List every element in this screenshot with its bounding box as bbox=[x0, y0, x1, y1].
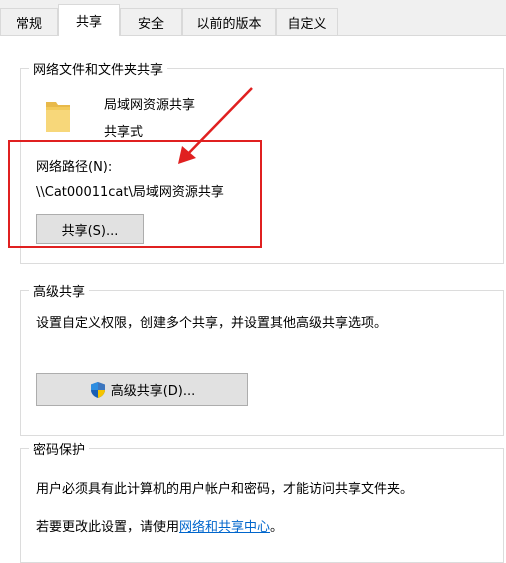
tab-previous-versions[interactable]: 以前的版本 bbox=[182, 8, 276, 35]
network-path-label: 网络路径(N): bbox=[36, 160, 113, 175]
password-change-text: 若要更改此设置，请使用网络和共享中心。 bbox=[36, 516, 283, 535]
tab-customize[interactable]: 自定义 bbox=[276, 8, 338, 35]
password-protection-description: 用户必须具有此计算机的用户帐户和密码，才能访问共享文件夹。 bbox=[36, 482, 414, 497]
folder-icon bbox=[46, 102, 70, 132]
advanced-sharing-group-title: 高级共享 bbox=[29, 281, 90, 300]
sharing-panel: 网络文件和文件夹共享 局域网资源共享 共享式 网络路径(N): \\Cat000… bbox=[0, 36, 506, 563]
network-sharing-center-link[interactable]: 网络和共享中心 bbox=[179, 520, 270, 535]
password-change-prefix: 若要更改此设置，请使用 bbox=[36, 520, 180, 535]
uac-shield-icon bbox=[90, 381, 105, 398]
advanced-sharing-description: 设置自定义权限，创建多个共享，并设置其他高级共享选项。 bbox=[36, 316, 388, 331]
tab-security[interactable]: 安全 bbox=[120, 8, 182, 35]
tab-sharing[interactable]: 共享 bbox=[58, 4, 120, 36]
advanced-sharing-button-label: 高级共享(D)... bbox=[110, 384, 196, 399]
password-protection-group: 密码保护 bbox=[20, 439, 504, 563]
share-status: 共享式 bbox=[104, 125, 144, 140]
tab-general[interactable]: 常规 bbox=[0, 8, 58, 35]
share-button[interactable]: 共享(S)... bbox=[36, 214, 144, 244]
annotation-arrow-icon bbox=[178, 87, 253, 164]
password-protection-group-title: 密码保护 bbox=[29, 439, 90, 458]
network-path-value: \\Cat00011cat\局域网资源共享 bbox=[36, 185, 224, 200]
advanced-sharing-button[interactable]: 高级共享(D)... bbox=[36, 373, 248, 406]
network-share-group-title: 网络文件和文件夹共享 bbox=[29, 59, 168, 78]
password-change-suffix: 。 bbox=[270, 520, 284, 535]
